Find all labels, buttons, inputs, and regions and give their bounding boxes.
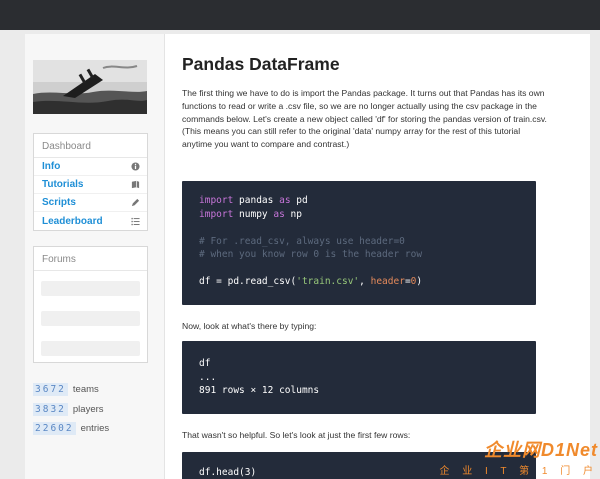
stat-entries: 22602 entries xyxy=(33,419,153,439)
stat-value: 3832 xyxy=(33,402,68,416)
code-line: df xyxy=(199,358,211,369)
top-bar xyxy=(0,0,600,30)
competition-stats: 3672 teams 3832 players 22602 entries xyxy=(33,380,153,439)
stat-label: players xyxy=(72,403,104,415)
watermark-title: 企业网D1Net xyxy=(483,440,598,460)
watermark-subtitle: 企 业 I T 第 1 门 户 xyxy=(439,466,598,477)
code-line: 891 rows × 12 columns xyxy=(199,385,320,396)
nav-item-leaderboard[interactable]: Leaderboard xyxy=(34,212,147,230)
book-icon xyxy=(130,180,140,190)
nav-item-scripts[interactable]: Scripts xyxy=(34,194,147,212)
code-comment: # when you know row 0 is the header row xyxy=(199,249,423,260)
nav-item-label: Tutorials xyxy=(42,179,84,190)
code-line: ... xyxy=(199,371,217,383)
sidebar: Dashboard Info Tutorials Scripts Leaderb… xyxy=(25,34,165,479)
forum-placeholder[interactable] xyxy=(41,311,140,326)
competition-image xyxy=(33,60,147,114)
forums-panel: Forums xyxy=(33,246,148,363)
dashboard-title: Dashboard xyxy=(34,134,147,158)
nav-item-info[interactable]: Info xyxy=(34,158,147,176)
stat-teams: 3672 teams xyxy=(33,380,153,400)
page-container: Dashboard Info Tutorials Scripts Leaderb… xyxy=(25,34,590,479)
code-line: df = pd.read_csv('train.csv', header=0) xyxy=(199,276,423,287)
code-comment: # For .read_csv, always use header=0 xyxy=(199,235,405,247)
code-line: import numpy as np xyxy=(199,208,302,220)
forum-placeholder[interactable] xyxy=(41,281,140,296)
info-icon xyxy=(130,162,140,172)
stat-label: entries xyxy=(80,423,110,435)
forums-title: Forums xyxy=(34,247,147,271)
page-title: Pandas DataFrame xyxy=(182,54,340,74)
nav-item-tutorials[interactable]: Tutorials xyxy=(34,176,147,194)
code-line: import pandas as pd xyxy=(199,195,308,206)
code-block-df: df ... 891 rows × 12 columns xyxy=(182,341,536,414)
list-icon xyxy=(130,216,140,226)
pencil-icon xyxy=(130,198,140,208)
stat-value: 3672 xyxy=(33,383,68,397)
paragraph-look: Now, look at what's there by typing: xyxy=(182,321,317,331)
code-block-import: import pandas as pd import numpy as np #… xyxy=(182,181,536,305)
tutorial-content: Pandas DataFrame The first thing we have… xyxy=(182,34,554,479)
dashboard-panel: Dashboard Info Tutorials Scripts Leaderb… xyxy=(33,133,148,231)
forum-placeholder[interactable] xyxy=(41,341,140,356)
nav-item-label: Scripts xyxy=(42,197,76,208)
intro-paragraph: The first thing we have to do is import … xyxy=(182,88,547,150)
stat-players: 3832 players xyxy=(33,400,153,420)
watermark-logo: 企业网D1Net 企 业 I T 第 1 门 户 xyxy=(439,436,598,477)
nav-item-label: Leaderboard xyxy=(42,215,103,227)
stat-label: teams xyxy=(72,384,99,396)
nav-item-label: Info xyxy=(42,161,61,172)
stat-value: 22602 xyxy=(33,422,76,436)
titanic-ship-image xyxy=(33,60,147,114)
